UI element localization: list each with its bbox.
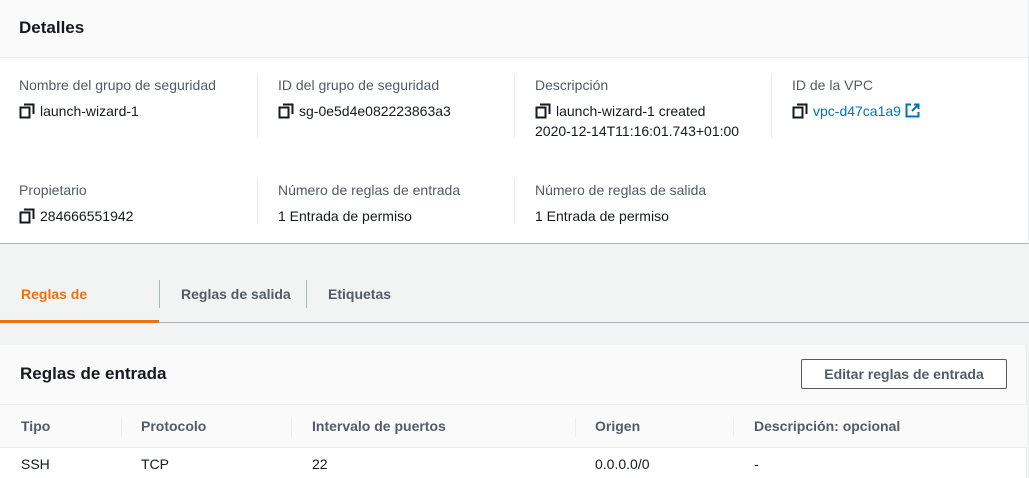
- inbound-rules-panel: Reglas de entrada Editar reglas de entra…: [0, 345, 1027, 478]
- copy-icon[interactable]: [535, 103, 551, 119]
- column-header-port-range[interactable]: Intervalo de puertos: [312, 405, 446, 448]
- security-group-name-value: launch-wizard-1: [40, 103, 139, 119]
- security-group-id-field: ID del grupo de seguridad sg-0e5d4e08222…: [278, 76, 508, 121]
- security-group-id-value: sg-0e5d4e082223863a3: [299, 103, 451, 119]
- details-header: Detalles: [0, 0, 1028, 58]
- divider: [121, 417, 122, 437]
- divider: [257, 178, 258, 224]
- tab-tags[interactable]: Etiquetas: [307, 266, 412, 323]
- rules-header: Reglas de entrada Editar reglas de entra…: [0, 345, 1026, 405]
- outbound-count-value: 1 Entrada de permiso: [535, 208, 669, 224]
- security-group-name-field: Nombre del grupo de seguridad launch-wiz…: [19, 76, 249, 121]
- divider: [291, 417, 292, 437]
- external-link-icon[interactable]: [905, 103, 920, 118]
- cell-description: -: [754, 456, 759, 472]
- column-header-source[interactable]: Origen: [595, 405, 640, 448]
- security-group-id-label: ID del grupo de seguridad: [278, 77, 440, 93]
- copy-icon[interactable]: [278, 103, 294, 119]
- vpc-id-label: ID de la VPC: [792, 77, 873, 93]
- inbound-count-label: Número de reglas de entrada: [278, 182, 461, 198]
- outbound-count-field: Número de reglas de salida 1 Entrada de …: [535, 181, 765, 226]
- divider: [514, 74, 515, 138]
- divider: [733, 417, 734, 437]
- cell-protocol: TCP: [141, 456, 169, 472]
- divider: [514, 178, 515, 224]
- tab-bar: Reglas de entrada Reglas de salida Etiqu…: [0, 266, 1029, 358]
- description-value-line2: 2020-12-14T11:16:01.743+01:00: [535, 123, 740, 139]
- column-header-type[interactable]: Tipo: [21, 405, 50, 448]
- divider: [575, 417, 576, 437]
- copy-icon[interactable]: [792, 103, 808, 119]
- cell-source: 0.0.0.0/0: [595, 456, 650, 472]
- vpc-id-field: ID de la VPC vpc-d47ca1a9: [792, 76, 1022, 121]
- security-group-name-label: Nombre del grupo de seguridad: [19, 77, 216, 93]
- cell-type: SSH: [21, 456, 50, 472]
- column-header-protocol[interactable]: Protocolo: [141, 405, 206, 448]
- details-title: Detalles: [19, 18, 85, 37]
- rules-table-header: Tipo Protocolo Intervalo de puertos Orig…: [0, 405, 1027, 448]
- description-value-line1: launch-wizard-1 created: [556, 103, 706, 119]
- column-header-description[interactable]: Descripción: opcional: [754, 405, 900, 448]
- description-label: Descripción: [535, 77, 609, 93]
- owner-field: Propietario 284666551942: [19, 181, 249, 226]
- divider: [257, 74, 258, 138]
- inbound-count-value: 1 Entrada de permiso: [278, 208, 412, 224]
- table-row: SSH TCP 22 0.0.0.0/0 -: [0, 448, 1027, 478]
- tab-outbound-rules[interactable]: Reglas de salida: [160, 266, 312, 323]
- tab-inbound-rules[interactable]: Reglas de entrada: [0, 266, 159, 358]
- outbound-count-label: Número de reglas de salida: [535, 182, 707, 198]
- edit-inbound-rules-button[interactable]: Editar reglas de entrada: [801, 359, 1007, 389]
- copy-icon[interactable]: [19, 208, 35, 224]
- rules-title: Reglas de entrada: [20, 364, 167, 383]
- details-panel: Detalles Nombre del grupo de seguridad l…: [0, 0, 1029, 244]
- owner-label: Propietario: [19, 182, 87, 198]
- copy-icon[interactable]: [19, 103, 35, 119]
- divider: [771, 74, 772, 138]
- cell-port-range: 22: [312, 456, 328, 472]
- inbound-count-field: Número de reglas de entrada 1 Entrada de…: [278, 181, 508, 226]
- description-field: Descripción launch-wizard-1 created 2020…: [535, 76, 770, 141]
- vpc-id-link[interactable]: vpc-d47ca1a9: [813, 101, 901, 121]
- owner-value: 284666551942: [40, 208, 134, 224]
